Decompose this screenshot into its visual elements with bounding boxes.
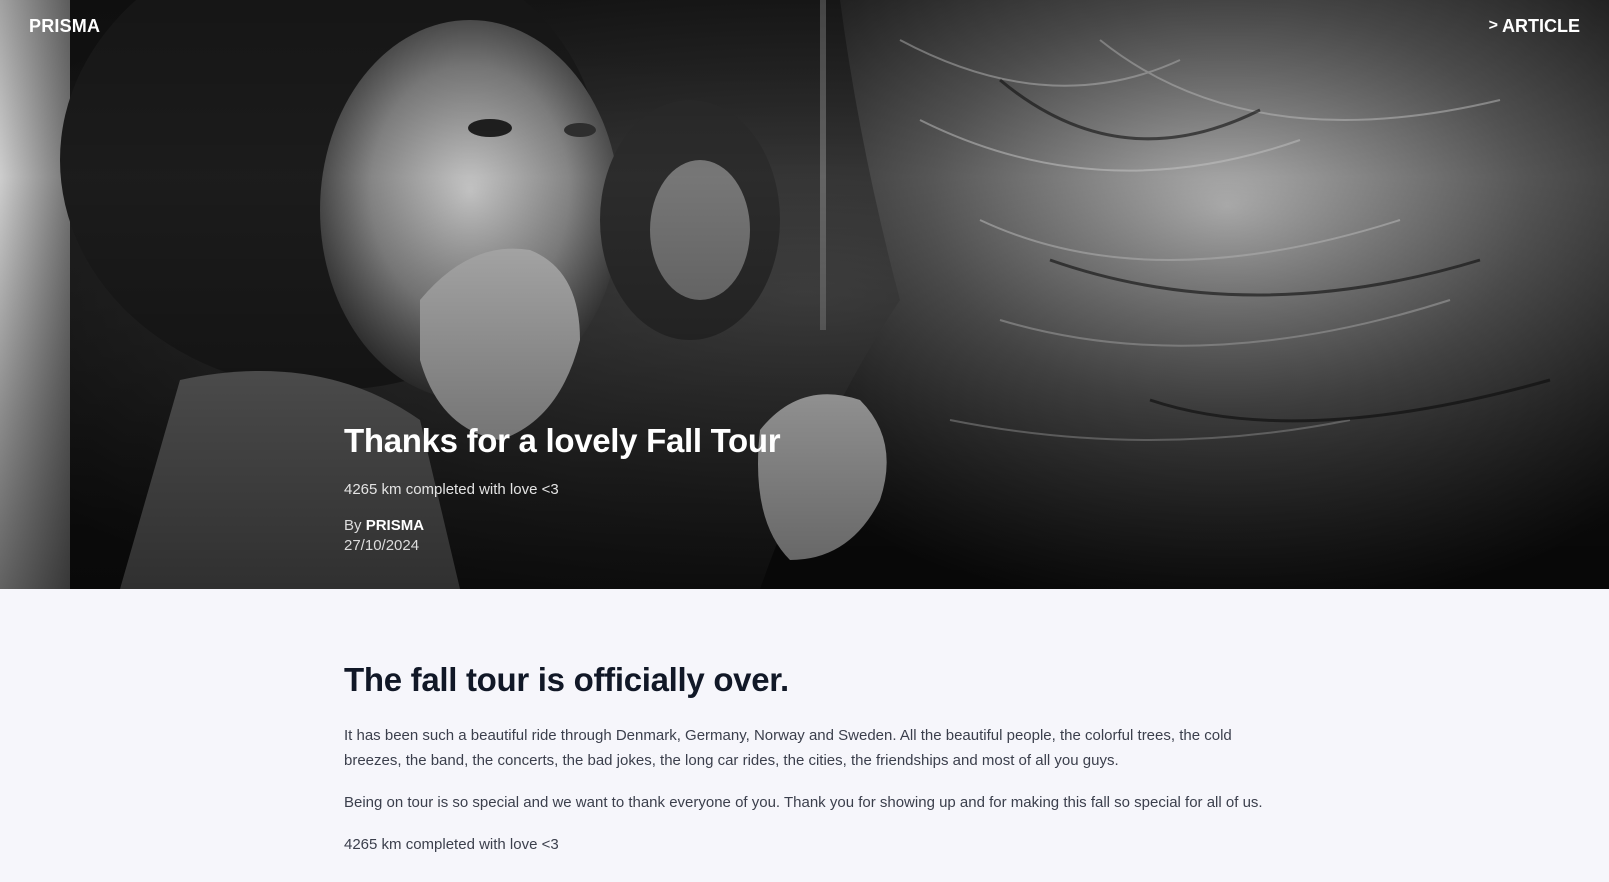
hero-overlay <box>0 0 1609 589</box>
top-navbar: PRISMA > ARTICLE <box>0 0 1609 52</box>
hero-subtitle: 4265 km completed with love <3 <box>344 481 559 498</box>
hero-section: PRISMA > ARTICLE Thanks for a lovely Fal… <box>0 0 1609 589</box>
hero-title: Thanks for a lovely Fall Tour <box>344 422 781 459</box>
publish-date: 27/10/2024 <box>344 537 420 554</box>
brand-logo-link[interactable]: PRISMA <box>29 16 100 37</box>
byline-prefix: By <box>344 517 362 534</box>
nav-article-link[interactable]: > ARTICLE <box>1489 16 1580 37</box>
article-heading: The fall tour is officially over. <box>344 661 789 698</box>
hero-content: Thanks for a lovely Fall Tour 4265 km co… <box>344 420 781 556</box>
article-paragraph: Being on tour is so special and we want … <box>344 794 1263 811</box>
article-paragraph: It has been such a beautiful ride throug… <box>344 727 1232 769</box>
article-body: The fall tour is officially over. It has… <box>344 589 1264 857</box>
author-name: PRISMA <box>365 517 425 534</box>
article-paragraph: 4265 km completed with love <3 <box>344 836 559 853</box>
nav-article-label: ARTICLE <box>1502 15 1580 36</box>
byline: By PRISMA <box>344 516 780 536</box>
chevron-right-icon: > <box>1488 17 1498 34</box>
